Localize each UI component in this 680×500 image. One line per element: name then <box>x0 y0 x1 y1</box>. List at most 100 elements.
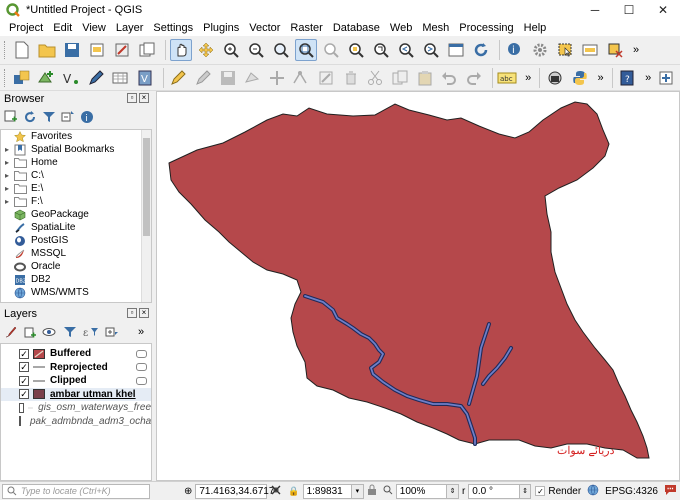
add-feature-icon[interactable] <box>241 67 263 89</box>
edit-pencil-icon[interactable] <box>192 67 214 89</box>
browser-item-wms[interactable]: WMS/WMTS <box>1 286 151 299</box>
layer-visibility-checkbox[interactable]: ✓ <box>19 362 29 373</box>
maximize-button[interactable]: ☐ <box>612 0 646 19</box>
map-canvas[interactable] <box>156 91 680 481</box>
expand-arrow[interactable]: ▸ <box>1 171 13 180</box>
redo-icon[interactable] <box>463 67 485 89</box>
scale-field[interactable]: 1:89831 <box>302 483 352 499</box>
refresh-icon[interactable] <box>23 110 37 124</box>
toggle-editing-icon[interactable] <box>168 67 190 89</box>
layer-visibility-checkbox[interactable]: ✓ <box>19 375 29 386</box>
browser-item-e-drive[interactable]: ▸ E:\ <box>1 182 151 195</box>
messages-icon[interactable] <box>664 484 677 499</box>
label-abc-icon[interactable]: abc <box>497 67 519 89</box>
menu-vector[interactable]: Vector <box>244 22 285 34</box>
locator-search-input[interactable]: Type to locate (Ctrl+K) <box>2 483 150 499</box>
browser-item-postgis[interactable]: PostGIS <box>1 234 151 247</box>
zoom-in-icon[interactable] <box>220 39 242 61</box>
browser-scrollbar[interactable] <box>141 130 151 302</box>
menu-raster[interactable]: Raster <box>285 22 327 34</box>
open-project-icon[interactable] <box>36 39 58 61</box>
layer-indicator-icon[interactable] <box>136 349 147 358</box>
python-console-icon[interactable] <box>569 67 591 89</box>
magnifier-field[interactable]: 100% <box>395 483 448 499</box>
browser-item-spatialite[interactable]: SpatiaLite <box>1 221 151 234</box>
layer-row-pak-admbnda[interactable]: pak_admbnda_adm3_ocha <box>1 415 151 429</box>
rotation-spin-icon[interactable]: ⇕ <box>519 483 532 499</box>
edit-form-icon[interactable] <box>315 67 337 89</box>
close-button[interactable]: ✕ <box>646 0 680 19</box>
filter-legend-icon[interactable] <box>63 325 77 339</box>
digitize-pencil-icon[interactable] <box>85 67 107 89</box>
magnifier-spin-icon[interactable]: ⇕ <box>447 483 459 499</box>
expand-arrow[interactable]: ▸ <box>1 197 13 206</box>
copy-features-icon[interactable] <box>389 67 411 89</box>
save-project-icon[interactable] <box>61 39 83 61</box>
toolbar-grip[interactable] <box>4 41 7 59</box>
layer-visibility-checkbox[interactable] <box>19 416 21 427</box>
render-checkbox[interactable]: ✓ <box>535 486 546 496</box>
crs-globe-icon[interactable] <box>587 484 599 499</box>
scale-dropdown-icon[interactable]: ▾ <box>351 483 364 499</box>
browser-item-favorites[interactable]: Favorites <box>1 130 151 143</box>
browser-item-f-drive[interactable]: ▸ F:\ <box>1 195 151 208</box>
map-drawing[interactable] <box>157 92 680 481</box>
menu-edit[interactable]: Edit <box>48 22 77 34</box>
filter-icon[interactable] <box>42 110 56 124</box>
field-calculator-icon[interactable]: V <box>134 67 156 89</box>
zoom-native-icon[interactable] <box>370 39 392 61</box>
new-map-view-icon[interactable] <box>445 39 467 61</box>
zoom-rubber-band-icon[interactable] <box>270 39 292 61</box>
browser-item-home[interactable]: ▸ Home <box>1 156 151 169</box>
layer-visibility-checkbox[interactable] <box>19 402 25 413</box>
coordinate-field[interactable]: 71.4163,34.6717 <box>195 483 274 499</box>
move-feature-icon[interactable] <box>266 67 288 89</box>
expand-arrow[interactable]: ▸ <box>1 184 13 193</box>
browser-item-oracle[interactable]: Oracle <box>1 260 151 273</box>
delete-selected-icon[interactable] <box>340 67 362 89</box>
toolbar-overflow-button[interactable]: » <box>138 326 144 338</box>
select-features-icon[interactable] <box>554 39 576 61</box>
style-manager-icon[interactable] <box>111 39 133 61</box>
lock-scale-icon[interactable] <box>367 484 377 499</box>
refresh-icon[interactable] <box>470 39 492 61</box>
gps-tracking-icon[interactable] <box>544 67 566 89</box>
data-source-manager-icon[interactable] <box>11 67 33 89</box>
save-edits-icon[interactable] <box>217 67 239 89</box>
attribute-table-icon[interactable] <box>109 67 131 89</box>
scrollbar-thumb[interactable] <box>143 138 150 236</box>
layer-row-clipped[interactable]: ✓ Clipped <box>1 374 151 388</box>
browser-item-db2[interactable]: DB2 DB2 <box>1 273 151 286</box>
layer-row-osm-waterways[interactable]: gis_osm_waterways_free <box>1 401 151 415</box>
crs-label[interactable]: EPSG:4326 <box>605 486 658 497</box>
menu-database[interactable]: Database <box>328 22 385 34</box>
toolbar-grip[interactable] <box>4 68 7 87</box>
layer-indicator-icon[interactable] <box>136 363 147 372</box>
add-group-icon[interactable] <box>23 325 37 339</box>
select-by-value-icon[interactable] <box>579 39 601 61</box>
menu-view[interactable]: View <box>77 22 111 34</box>
layer-row-buffered[interactable]: ✓ Buffered <box>1 347 151 361</box>
zoom-out-icon[interactable] <box>245 39 267 61</box>
layer-row-reprojected[interactable]: ✓ Reprojected <box>1 361 151 375</box>
zoom-full-icon[interactable] <box>295 39 317 61</box>
undo-icon[interactable] <box>438 67 460 89</box>
close-panel-button[interactable]: × <box>139 93 149 103</box>
browser-item-spatial-bookmarks[interactable]: ▸ Spatial Bookmarks <box>1 143 151 156</box>
layer-visibility-checkbox[interactable]: ✓ <box>19 348 29 359</box>
minimize-button[interactable]: ─ <box>578 0 612 19</box>
menu-web[interactable]: Web <box>385 22 417 34</box>
plugin-tool-icon[interactable] <box>655 67 677 89</box>
menu-help[interactable]: Help <box>519 22 552 34</box>
expand-all-icon[interactable] <box>105 325 119 339</box>
add-vector-layer-icon[interactable] <box>36 67 58 89</box>
new-print-layout-icon[interactable] <box>86 39 108 61</box>
layer-row-ambar-utman-khel[interactable]: ✓ ambar utman khel <box>1 387 151 401</box>
info-icon[interactable]: i <box>80 110 94 124</box>
filter-expression-icon[interactable]: ε <box>82 325 100 339</box>
collapse-all-icon[interactable] <box>61 110 75 124</box>
pan-to-selection-icon[interactable] <box>195 39 217 61</box>
close-panel-button[interactable]: × <box>139 308 149 318</box>
layout-manager-icon[interactable] <box>136 39 158 61</box>
layer-visibility-checkbox[interactable]: ✓ <box>19 389 29 400</box>
